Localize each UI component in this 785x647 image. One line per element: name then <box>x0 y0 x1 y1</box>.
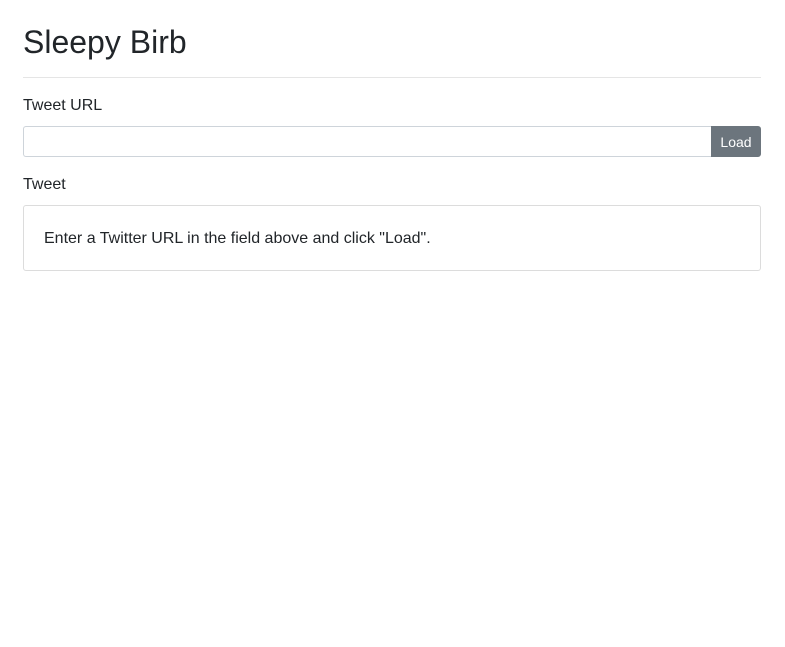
tweet-card: Enter a Twitter URL in the field above a… <box>23 205 761 271</box>
load-button[interactable]: Load <box>711 126 761 157</box>
header-divider <box>23 77 761 78</box>
tweet-placeholder-message: Enter a Twitter URL in the field above a… <box>44 230 431 247</box>
tweet-label: Tweet <box>23 176 66 193</box>
url-input-group: Load <box>23 126 761 157</box>
tweet-url-input[interactable] <box>23 126 711 157</box>
tweet-url-label: Tweet URL <box>23 97 103 114</box>
page-title: Sleepy Birb <box>23 24 187 60</box>
